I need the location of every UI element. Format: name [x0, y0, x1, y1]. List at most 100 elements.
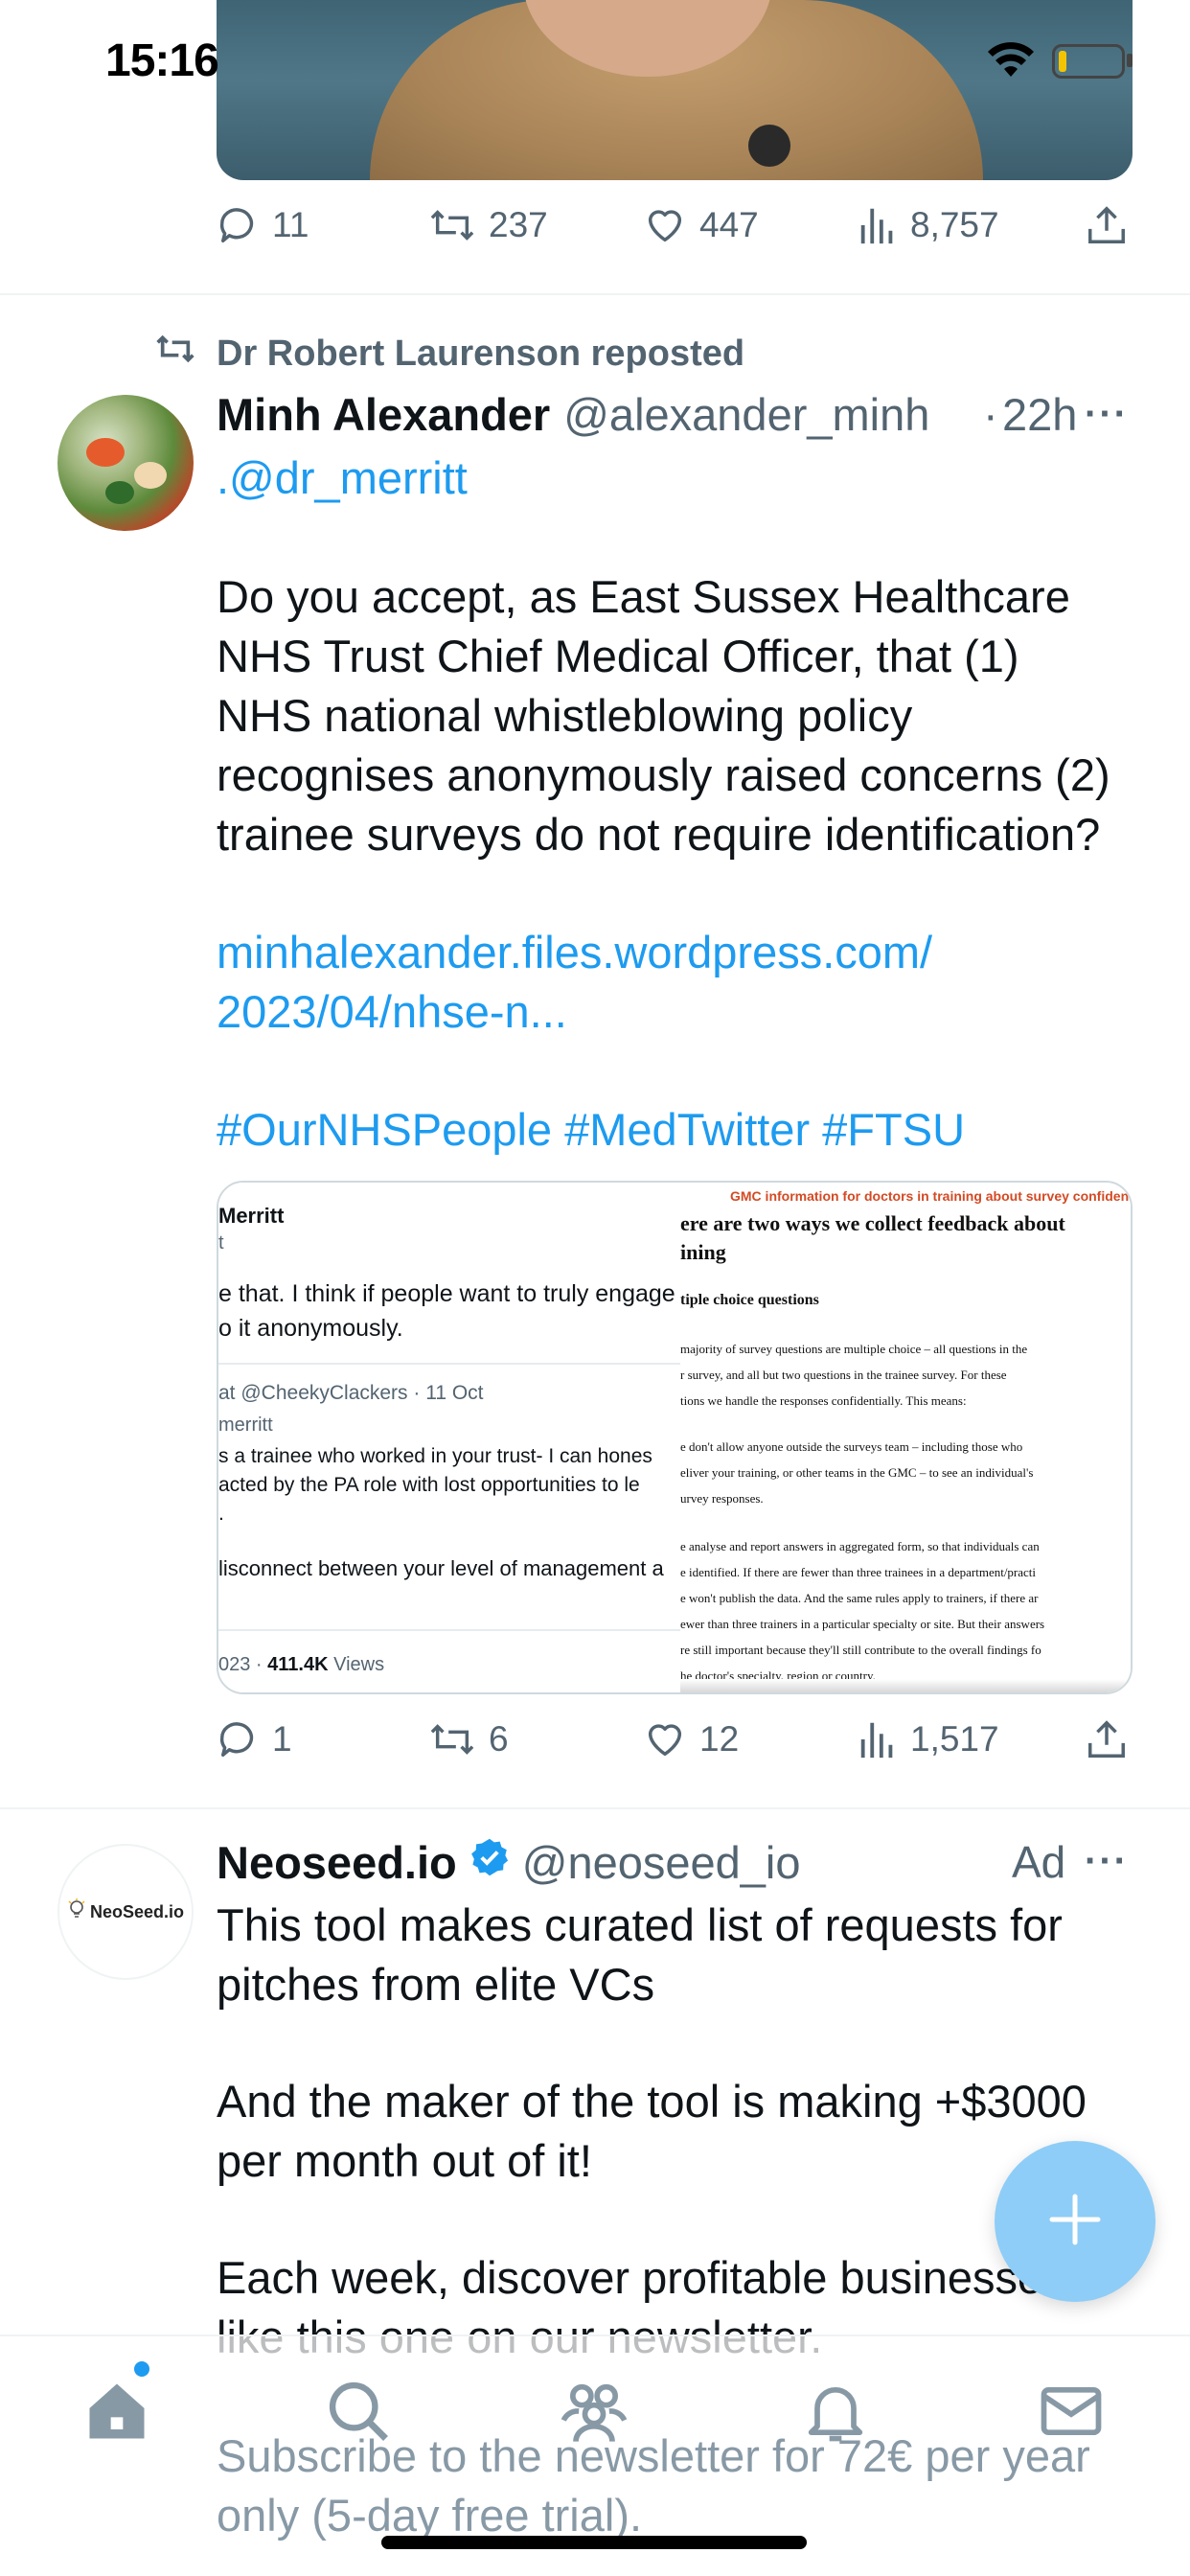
- share-button[interactable]: [1085, 203, 1129, 247]
- shot-reply-meta: at @CheekyClackers · 11 Oct: [218, 1382, 484, 1404]
- body-line: Subscribe to the newsletter for 72€ per …: [217, 2430, 1090, 2481]
- ad-header: Neoseed.io @neoseed_io: [217, 1836, 801, 1889]
- shot-banner: GMC information for doctors in training …: [730, 1188, 1130, 1204]
- screenshot-left-panel: Merritt t e that. I think if people want…: [218, 1183, 680, 1692]
- shot-heading: ere are two ways we collect feedback abo…: [680, 1211, 1065, 1235]
- body-line: Do you accept, as East Sussex Healthcare: [217, 571, 1070, 622]
- avatar-text: NeoSeed.io: [89, 1901, 185, 1921]
- link-line: 2023/04/nhse-n...: [217, 986, 567, 1037]
- link-line: minhalexander.files.wordpress.com/: [217, 927, 933, 978]
- battery-icon: [1052, 44, 1125, 79]
- shot-reply: s a trainee who worked in your trust- I …: [218, 1445, 652, 1467]
- top-tweet-actions: 11 237 447 8,757: [217, 203, 1133, 261]
- repost-by: Dr Robert Laurenson reposted: [217, 333, 745, 374]
- body-line: recognises anonymously raised concerns (…: [217, 749, 1110, 800]
- hashtags[interactable]: #OurNHSPeople #MedTwitter #FTSU: [217, 1100, 1156, 1160]
- shot-paragraph: e analyse and report answers in aggregat…: [680, 1539, 1045, 1683]
- shot-text: e that. I think if people want to truly …: [218, 1280, 675, 1307]
- shot-heading: ining: [680, 1240, 726, 1264]
- heart-icon: [642, 203, 688, 247]
- shot-paragraph: e don't allow anyone outside the surveys…: [680, 1439, 1034, 1506]
- wifi-icon: [987, 42, 1035, 85]
- shot-subheading: tiple choice questions: [680, 1292, 819, 1308]
- shot-reply: acted by the PA role with lost opportuni…: [218, 1474, 640, 1496]
- mention-link[interactable]: .@dr_merritt: [217, 448, 1156, 508]
- repost-context[interactable]: Dr Robert Laurenson reposted: [151, 330, 744, 378]
- tweet-body: Do you accept, as East Sussex Healthcare…: [217, 567, 1156, 864]
- ad-label: Ad: [1012, 1837, 1066, 1887]
- media-microphone: [748, 125, 790, 167]
- views-button[interactable]: 8,757: [857, 203, 999, 247]
- like-button[interactable]: 447: [642, 203, 759, 247]
- more-options-button[interactable]: ···: [1085, 1840, 1129, 1883]
- like-count: 12: [699, 1719, 740, 1759]
- bulb-icon: [67, 1898, 86, 1926]
- tweet-divider: [0, 293, 1190, 295]
- tweet-actions: 1 6 12 1,517: [217, 1717, 1133, 1775]
- more-options-button[interactable]: ···: [1085, 393, 1129, 436]
- battery-tip: [1127, 54, 1133, 67]
- external-link[interactable]: minhalexander.files.wordpress.com/ 2023/…: [217, 923, 1156, 1042]
- views-count: 1,517: [910, 1719, 999, 1759]
- avatar[interactable]: NeoSeed.io: [57, 1844, 194, 1980]
- shot-name: Merritt: [218, 1204, 285, 1228]
- status-time: 15:16: [105, 35, 219, 86]
- share-icon: [1085, 1717, 1129, 1761]
- views-button[interactable]: 1,517: [857, 1717, 999, 1761]
- repost-button[interactable]: 237: [427, 203, 548, 247]
- reply-button[interactable]: 11: [217, 203, 309, 247]
- repost-icon: [151, 330, 199, 378]
- tweet-time[interactable]: 22h: [1002, 388, 1077, 441]
- like-button[interactable]: 12: [642, 1717, 739, 1761]
- shot-reply: lisconnect between your level of managem…: [218, 1556, 664, 1580]
- shot-sub: t: [218, 1232, 224, 1254]
- tweet-separator: ·: [983, 389, 998, 440]
- repost-icon: [427, 1717, 477, 1761]
- body-line: NHS national whistleblowing policy: [217, 690, 913, 741]
- avatar[interactable]: [57, 395, 194, 531]
- body-line: NHS Trust Chief Medical Officer, that (1…: [217, 631, 1019, 681]
- reply-icon: [217, 1717, 261, 1761]
- views-count: 8,757: [910, 205, 999, 244]
- body-line: This tool makes curated list of requests…: [217, 1899, 1063, 1950]
- tweet-header: Minh Alexander @alexander_minh: [217, 388, 929, 441]
- body-line: trainee surveys do not require identific…: [217, 809, 1101, 860]
- home-icon[interactable]: [80, 2375, 153, 2452]
- author-handle[interactable]: @neoseed_io: [522, 1836, 801, 1889]
- shot-reply: .: [218, 1503, 224, 1525]
- repost-button[interactable]: 6: [427, 1717, 509, 1761]
- views-icon: [857, 1717, 899, 1761]
- plus-icon: [1046, 2191, 1104, 2253]
- compose-button[interactable]: [995, 2141, 1156, 2302]
- home-indicator[interactable]: [381, 2536, 807, 2549]
- like-count: 447: [699, 205, 759, 244]
- reply-button[interactable]: 1: [217, 1717, 292, 1761]
- author-name[interactable]: Minh Alexander: [217, 388, 550, 441]
- ad-body: This tool makes curated list of requests…: [217, 1896, 1156, 2014]
- body-line: pitches from elite VCs: [217, 1959, 655, 2010]
- author-name[interactable]: Neoseed.io: [217, 1836, 457, 1889]
- tweet-divider: [0, 1807, 1190, 1809]
- share-icon: [1085, 203, 1129, 247]
- verified-badge-icon: [469, 1836, 511, 1889]
- screenshot-right-panel: GMC information for doctors in training …: [680, 1183, 1131, 1692]
- repost-count: 6: [489, 1719, 509, 1759]
- tweet-image[interactable]: Merritt t e that. I think if people want…: [217, 1181, 1133, 1694]
- repost-icon: [427, 203, 477, 247]
- reply-count: 11: [272, 205, 309, 244]
- ad-body-faded: Subscribe to the newsletter for 72€ per …: [217, 2426, 1156, 2545]
- repost-count: 237: [489, 205, 548, 244]
- reply-count: 1: [272, 1719, 292, 1759]
- shot-reply-to: merritt: [218, 1414, 273, 1436]
- author-handle[interactable]: @alexander_minh: [563, 388, 929, 441]
- heart-icon: [642, 1717, 688, 1761]
- share-button[interactable]: [1085, 1717, 1129, 1761]
- views-icon: [857, 203, 899, 247]
- body-line: And the maker of the tool is making +$30…: [217, 2076, 1087, 2127]
- previous-tweet-media[interactable]: [217, 0, 1133, 180]
- shot-paragraph: majority of survey questions are multipl…: [680, 1342, 1028, 1408]
- reply-icon: [217, 203, 261, 247]
- shot-footer: 023 · 411.4K Views: [218, 1654, 385, 1675]
- home-notification-dot: [134, 2361, 149, 2377]
- shot-text: o it anonymously.: [218, 1315, 403, 1342]
